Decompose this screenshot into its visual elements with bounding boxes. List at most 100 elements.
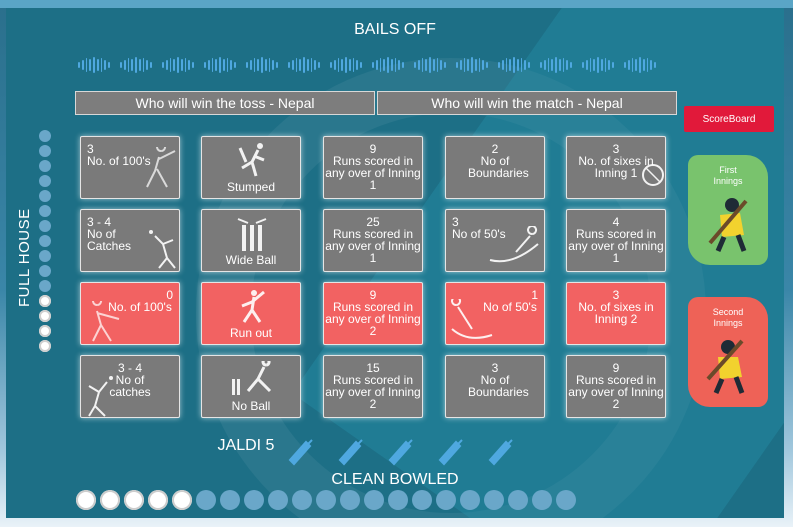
scoreboard-button[interactable]: ScoreBoard [684, 106, 774, 132]
bails-icon [497, 56, 531, 74]
fielder-catch-icon [149, 230, 176, 269]
clean-bowled-ball [316, 490, 336, 510]
full-house-ball [39, 160, 51, 172]
cell-runs-over-inning1-b[interactable]: 25 Runs scored in any over of Inning 1 [323, 209, 423, 272]
top-edge [0, 0, 793, 8]
full-house-ball [39, 310, 51, 322]
full-house-ball [39, 280, 51, 292]
full-house-ball [39, 220, 51, 232]
bails-icon [161, 56, 195, 74]
cell-label: Stumped [226, 180, 276, 194]
stumped-icon [238, 143, 265, 177]
run-out-icon [241, 290, 265, 323]
cell-label: Runs scored in any over of Inning 1 [325, 227, 421, 265]
bails-icon [623, 56, 657, 74]
full-house-ball [39, 265, 51, 277]
fielder-catch-icon [88, 376, 113, 417]
full-house-ball [39, 175, 51, 187]
cell-label: Runs scored in any over of Inning 2 [568, 373, 664, 411]
cell-label: No of Boundaries [468, 373, 529, 399]
first-innings-card[interactable]: First Innings [688, 155, 768, 265]
bails-icon [455, 56, 489, 74]
full-house-ball [39, 235, 51, 247]
cell-runs-over-inning1-a[interactable]: 9 Runs scored in any over of Inning 1 [323, 136, 423, 199]
toss-prediction[interactable]: Who will win the toss - Nepal [75, 91, 375, 115]
cell-label: No Ball [231, 399, 271, 413]
clean-bowled-ball [244, 490, 264, 510]
cell-runs-over-inning2-a[interactable]: 9 Runs scored in any over of Inning 2 [323, 282, 423, 345]
cell-catches-b[interactable]: 3 - 4 No of catches [80, 355, 180, 418]
cell-label: No. of sixes in Inning 2 [578, 300, 654, 326]
bails-icon [245, 56, 279, 74]
cell-label: No of Boundaries [468, 154, 529, 180]
cell-hundreds-red[interactable]: 0 No. of 100's [80, 282, 180, 345]
clean-bowled-ball [148, 490, 168, 510]
cell-no-ball[interactable]: No Ball [201, 355, 301, 418]
keeper-stumping-icon [232, 361, 272, 395]
cell-fifties-a[interactable]: 3 No of 50's [445, 209, 545, 272]
clean-bowled-title: CLEAN BOWLED [331, 471, 459, 488]
clean-bowled-ball [100, 490, 120, 510]
cell-sixes-inning1[interactable]: 3 No. of sixes in Inning 1 [566, 136, 666, 199]
second-innings-label: Second Innings [712, 307, 744, 328]
cell-hundreds-inning[interactable]: 3 No. of 100's [80, 136, 180, 199]
cell-label: Runs scored in any over of Inning 1 [568, 227, 664, 265]
cell-label: Runs scored in any over of Inning 1 [325, 154, 421, 192]
cell-fifties-red[interactable]: 1 No of 50's [445, 282, 545, 345]
batsman-illustration-icon [708, 198, 748, 252]
full-house-dots [39, 130, 53, 352]
cell-runs-over-inning2-b[interactable]: 15 Runs scored in any over of Inning 2 [323, 355, 423, 418]
bat-icon [388, 439, 413, 466]
full-house-label: FULL HOUSE [16, 208, 33, 308]
second-innings-card[interactable]: Second Innings [688, 297, 768, 407]
cell-wide-ball[interactable]: Wide Ball [201, 209, 301, 272]
cell-runs-over-inning2-c[interactable]: 9 Runs scored in any over of Inning 2 [566, 355, 666, 418]
bails-icon [119, 56, 153, 74]
full-house-ball [39, 145, 51, 157]
batsman-illustration-icon [706, 339, 745, 394]
clean-bowled-ball [460, 490, 480, 510]
clean-bowled-ball [436, 490, 456, 510]
clean-bowled-ball [172, 490, 192, 510]
clean-bowled-ball [388, 490, 408, 510]
cell-boundaries-b[interactable]: 3 No of Boundaries [445, 355, 545, 418]
full-house-ball [39, 325, 51, 337]
clean-bowled-ball [268, 490, 288, 510]
bails-icon [287, 56, 321, 74]
bails-off-row [77, 56, 678, 74]
bails-icon [203, 56, 237, 74]
jaldi-5-label: JALDI 5 [217, 437, 275, 454]
bails-icon [413, 56, 447, 74]
cell-sixes-inning2[interactable]: 3 No. of sixes in Inning 2 [566, 282, 666, 345]
cell-runs-over-inning1-c[interactable]: 4 Runs scored in any over of Inning 1 [566, 209, 666, 272]
cricket-ball-icon [642, 164, 664, 186]
tambola-board: BAILS OFF Who will win the toss - Nepal … [6, 8, 784, 518]
bat-icon [338, 439, 363, 466]
clean-bowled-ball [556, 490, 576, 510]
clean-bowled-ball [124, 490, 144, 510]
cell-label: Runs scored in any over of Inning 2 [325, 300, 421, 338]
clean-bowled-ball [508, 490, 528, 510]
cell-stumped[interactable]: Stumped [201, 136, 301, 199]
bails-icon [581, 56, 615, 74]
cell-catches-a[interactable]: 3 - 4 No of Catches [80, 209, 180, 272]
full-house-ball [39, 130, 51, 142]
cell-run-out[interactable]: Run out [201, 282, 301, 345]
bails-icon [371, 56, 405, 74]
full-house-ball [39, 340, 51, 352]
bat-icon [438, 439, 463, 466]
full-house-ball [39, 190, 51, 202]
bails-icon [329, 56, 363, 74]
clean-bowled-ball [532, 490, 552, 510]
jaldi-5-bats [288, 436, 528, 468]
cell-boundaries-a[interactable]: 2 No of Boundaries [445, 136, 545, 199]
clean-bowled-ball [220, 490, 240, 510]
clean-bowled-ball [412, 490, 432, 510]
clean-bowled-ball [292, 490, 312, 510]
bails-off-title: BAILS OFF [354, 21, 436, 38]
full-house-ball [39, 205, 51, 217]
full-house-ball [39, 250, 51, 262]
match-prediction[interactable]: Who will win the match - Nepal [377, 91, 677, 115]
batsman-icon [146, 147, 176, 188]
ticket-grid: 3 No. of 100's Stumped 9 Runs scored in … [80, 136, 666, 418]
